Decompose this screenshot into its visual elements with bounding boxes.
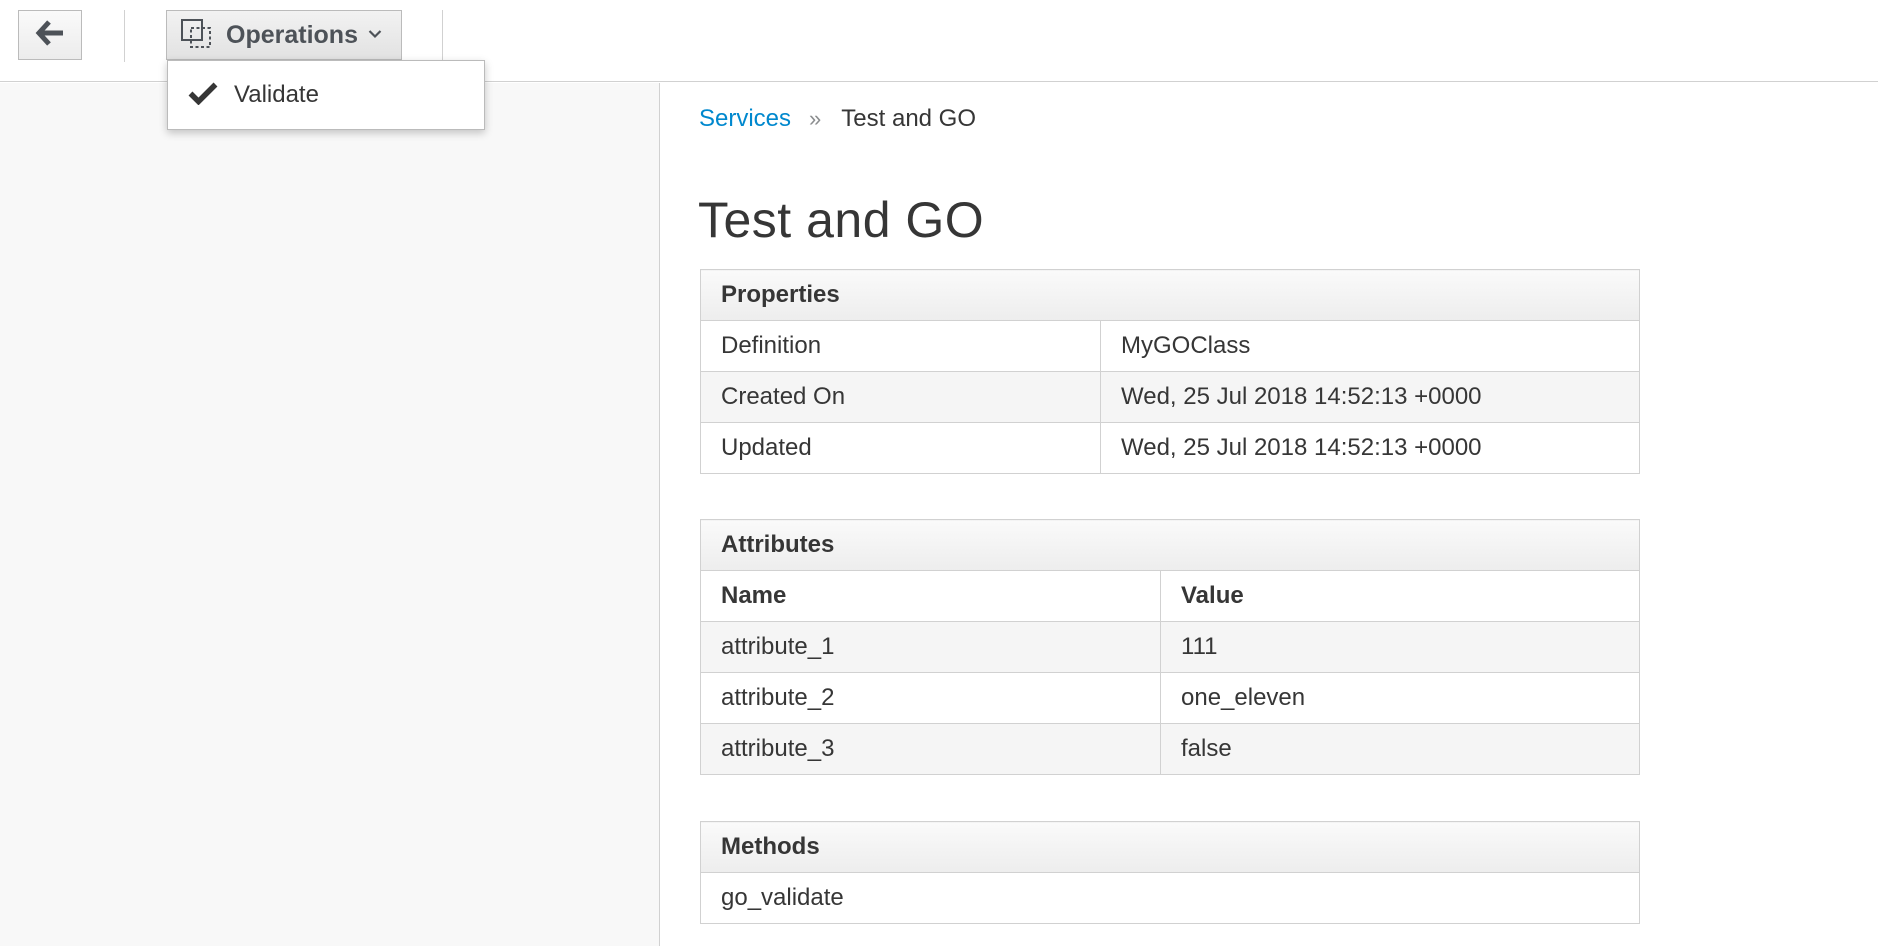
column-header-value: Value [1160,570,1640,622]
property-label: Definition [700,320,1101,372]
table-row: Updated Wed, 25 Jul 2018 14:52:13 +0000 [700,422,1640,474]
operations-icon [180,17,212,54]
property-value: MyGOClass [1100,320,1640,372]
table-row: Created On Wed, 25 Jul 2018 14:52:13 +00… [700,371,1640,423]
operations-menu: Validate [167,60,485,130]
table-row: attribute_1 111 [700,621,1640,673]
attributes-table: Attributes Name Value attribute_1 111 at… [700,519,1640,775]
table-row: attribute_2 one_eleven [700,672,1640,724]
breadcrumb-current: Test and GO [841,105,977,132]
attribute-value: false [1160,723,1640,775]
property-value: Wed, 25 Jul 2018 14:52:13 +0000 [1100,422,1640,474]
attribute-value: one_eleven [1160,672,1640,724]
sidebar [0,83,660,946]
attribute-name: attribute_2 [700,672,1161,724]
properties-heading: Properties [700,269,1640,321]
table-row: go_validate [700,872,1640,924]
chevron-down-icon [368,26,382,44]
breadcrumb-separator: » [809,106,822,131]
breadcrumb-link-services[interactable]: Services [699,105,791,133]
back-button[interactable] [18,10,82,60]
methods-table: Methods go_validate [700,821,1640,924]
toolbar-divider [442,10,443,62]
attribute-value: 111 [1160,621,1640,673]
properties-table: Properties Definition MyGOClass Created … [700,269,1640,474]
main-content: Services » Test and GO Test and GO Prope… [660,83,1878,946]
attributes-heading: Attributes [700,519,1640,571]
breadcrumb: Services » Test and GO [699,105,976,133]
table-row: Definition MyGOClass [700,320,1640,372]
menu-item-validate[interactable]: Validate [168,61,484,129]
toolbar-divider [124,10,125,62]
property-label: Updated [700,422,1101,474]
page-title: Test and GO [698,192,985,248]
method-name: go_validate [700,872,1640,924]
property-value: Wed, 25 Jul 2018 14:52:13 +0000 [1100,371,1640,423]
column-header-name: Name [700,570,1161,622]
operations-dropdown-button[interactable]: Operations [166,10,402,60]
table-row: attribute_3 false [700,723,1640,775]
checkmark-icon [188,81,218,110]
attribute-name: attribute_1 [700,621,1161,673]
methods-heading: Methods [700,821,1640,873]
attribute-name: attribute_3 [700,723,1161,775]
menu-item-label: Validate [234,81,319,108]
operations-label: Operations [226,20,358,49]
property-label: Created On [700,371,1101,423]
arrow-left-icon [35,19,65,52]
